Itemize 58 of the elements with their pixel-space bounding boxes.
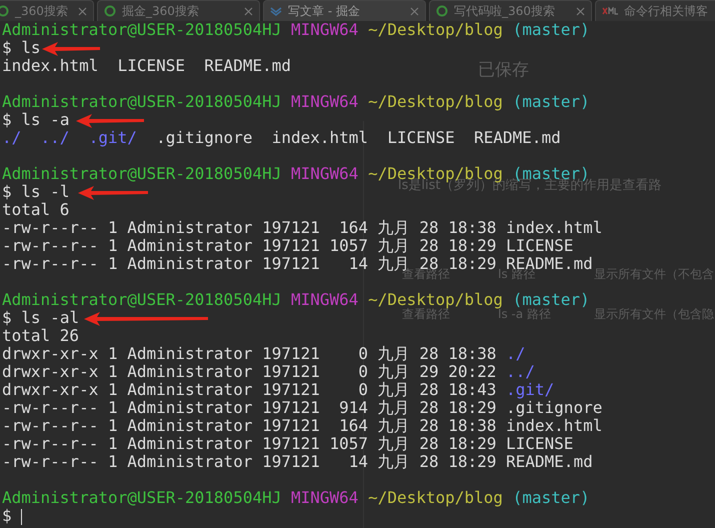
prompt-path: ~/Desktop/blog (368, 93, 503, 111)
prompt-symbol: $ (2, 507, 12, 525)
close-icon[interactable] (410, 6, 419, 16)
directory-name: ./ ../ .git/ (2, 129, 137, 147)
prompt-symbol: $ (2, 183, 12, 201)
command-text: ls (21, 39, 41, 57)
prompt-user-host: Administrator@USER-20180504HJ (2, 21, 282, 39)
prompt-system: MINGW64 (291, 21, 358, 39)
output-text: total 6 (2, 201, 70, 219)
output-text: drwxr-xr-x 1 Administrator 197121 0 九月 29 20:22 (2, 363, 496, 381)
prompt-path: ~/Desktop/blog (368, 489, 503, 507)
prompt-user-host: Administrator@USER-20180504HJ (2, 489, 282, 507)
output-text: index.html LICENSE README.md (2, 57, 291, 75)
prompt-branch: (master) (512, 291, 590, 309)
output-text: -rw-r--r-- 1 Administrator 197121 1057 九月 28 18:29 LICENSE (2, 237, 574, 255)
prompt-system: MINGW64 (291, 93, 358, 111)
output-text: drwxr-xr-x 1 Administrator 197121 0 九月 28 18:43 (2, 381, 496, 399)
browser-tab[interactable]: 命令行相关博客 (595, 0, 715, 21)
output-text: -rw-r--r-- 1 Administrator 197121 1057 九月 28 18:29 LICENSE (2, 435, 574, 453)
close-icon[interactable] (78, 6, 87, 16)
command-text: ls -a (21, 111, 70, 129)
directory-name: ../ (506, 363, 535, 381)
prompt-symbol: $ (2, 111, 12, 129)
output-text: total 26 (2, 327, 80, 345)
circle-logo-icon (436, 5, 448, 17)
prompt-branch: (master) (512, 21, 590, 39)
browser-tab[interactable]: 写文章 - 掘金 (263, 0, 426, 21)
prompt-branch: (master) (512, 93, 590, 111)
circle-logo-icon (104, 5, 116, 17)
prompt-path: ~/Desktop/blog (368, 291, 503, 309)
prompt-system: MINGW64 (291, 489, 358, 507)
directory-name: ./ (506, 345, 526, 363)
output-text: -rw-r--r-- 1 Administrator 197121 14 九月 28 18:29 README.md (2, 453, 593, 471)
output-text: -rw-r--r-- 1 Administrator 197121 914 九月 28 18:29 .gitignore (2, 399, 602, 417)
prompt-branch: (master) (512, 489, 590, 507)
xml-logo-icon (602, 7, 618, 15)
output-text: -rw-r--r-- 1 Administrator 197121 164 九月 28 18:38 index.html (2, 219, 602, 237)
command-text: ls -al (21, 309, 80, 327)
prompt-symbol: $ (2, 309, 12, 327)
output-text: .gitignore index.html LICENSE README.md (155, 129, 561, 147)
prompt-user-host: Administrator@USER-20180504HJ (2, 165, 282, 183)
circle-logo-icon (0, 5, 9, 17)
directory-name: .git/ (506, 381, 554, 399)
prompt-user-host: Administrator@USER-20180504HJ (2, 291, 282, 309)
prompt-user-host: Administrator@USER-20180504HJ (2, 93, 282, 111)
browser-tab[interactable]: _360搜索 (0, 0, 94, 21)
output-text: -rw-r--r-- 1 Administrator 197121 164 九月 28 18:38 index.html (2, 417, 602, 435)
browser-tab[interactable]: 掘金_360搜索 (97, 0, 260, 21)
close-icon[interactable] (244, 6, 253, 16)
prompt-path: ~/Desktop/blog (368, 21, 503, 39)
browser-tab[interactable]: 写代码啦_360搜索 (429, 0, 592, 21)
chevron-logo-icon (270, 6, 282, 16)
prompt-system: MINGW64 (291, 165, 358, 183)
command-text: ls -l (21, 183, 70, 201)
prompt-symbol: $ (2, 39, 12, 57)
prompt-system: MINGW64 (291, 291, 358, 309)
close-icon[interactable] (576, 6, 585, 16)
output-text: drwxr-xr-x 1 Administrator 197121 0 九月 28 18:38 (2, 345, 496, 363)
